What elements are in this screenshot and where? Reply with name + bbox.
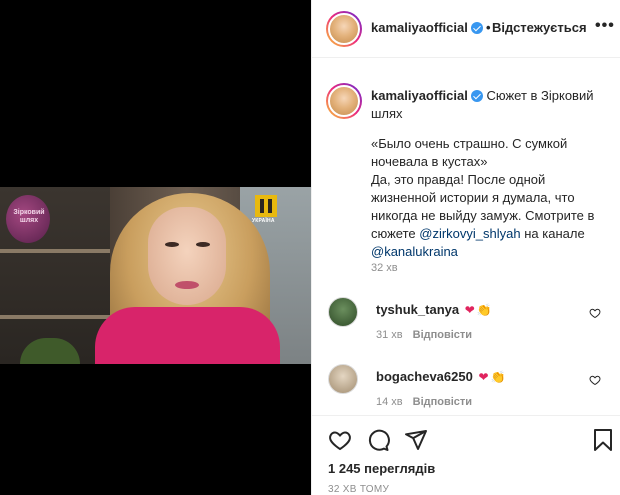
commenter-avatar[interactable] [328,364,358,394]
commenter-username[interactable]: bogacheva6250 [376,369,473,384]
comment-timestamp: 14 хв [376,396,403,408]
following-button[interactable]: Відстежується [492,20,587,35]
author-avatar[interactable] [326,11,362,47]
author-username[interactable]: kamaliyaofficial [371,20,468,35]
separator-dot: • [486,20,491,35]
heart-emoji: ❤ [464,303,475,317]
caption-username[interactable]: kamaliyaofficial [371,88,468,103]
channel-logo-text: УКРАЇНА [252,218,275,224]
comment-item: tyshuk_tanya ❤ 👏 31 хв Відповісти [312,297,620,357]
shelf-board [0,249,110,253]
reply-button[interactable]: Відповісти [413,329,472,341]
comment-like-heart-icon[interactable] [589,307,601,319]
more-options-icon[interactable]: ••• [595,17,615,35]
like-heart-icon[interactable] [328,428,352,452]
post-header: kamaliyaofficial • Відстежується ••• [312,0,620,58]
caption-timestamp: 32 хв [371,262,398,274]
post-timestamp: 32 ХВ ТОМУ [328,484,390,495]
post-media[interactable]: Зірковий шлях УКРАЇНА [0,0,311,495]
comment-like-heart-icon[interactable] [589,374,601,386]
post-side-panel: kamaliyaofficial • Відстежується ••• kam… [311,0,620,495]
caption-body: «Было очень страшно. С сумкой ночевала в… [371,135,607,261]
caption-avatar[interactable] [326,83,362,119]
verified-badge-icon [470,22,483,34]
post-actions-bar: 1 245 переглядів 32 ХВ ТОМУ [312,415,620,495]
comment-meta: 14 хв Відповісти [376,396,472,408]
video-player[interactable]: Зірковий шлях УКРАЇНА [0,187,311,364]
comments-area[interactable]: kamaliyaofficial Сюжет в Зірковий шлях «… [312,59,620,415]
commenter-avatar[interactable] [328,297,358,327]
comment-item: bogacheva6250 ❤ 👏 14 хв Відповісти [312,364,620,415]
background-shelf: Зірковий шлях [0,187,110,364]
save-bookmark-icon[interactable] [591,428,615,452]
comment-text: tyshuk_tanya ❤ 👏 [376,302,492,317]
clap-emoji: 👏 [490,370,506,384]
comment-bubble-icon[interactable] [366,428,390,452]
caption-text: Да, это правда! После одной жизненной ис… [371,171,607,261]
verified-badge-icon [470,90,483,102]
caption-line: «Было очень страшно. С сумкой ночевала в… [371,136,568,169]
comment-timestamp: 31 хв [376,329,403,341]
caption-connector: на канале [524,226,585,241]
person-eye [165,242,179,247]
caption-heading: kamaliyaofficial Сюжет в Зірковий шлях [371,87,607,123]
plant-image [20,338,80,364]
person-lips [175,281,199,289]
commenter-username[interactable]: tyshuk_tanya [376,302,459,317]
person-dress [95,307,280,364]
share-send-icon[interactable] [404,428,428,452]
mention-link[interactable]: @zirkovyi_shlyah [419,226,520,241]
heart-emoji: ❤ [478,370,489,384]
clap-emoji: 👏 [476,303,492,317]
person-face [148,207,226,305]
view-count[interactable]: 1 245 переглядів [328,461,435,476]
comment-text: bogacheva6250 ❤ 👏 [376,369,505,384]
comment-meta: 31 хв Відповісти [376,329,472,341]
mention-link[interactable]: @kanalukraina [371,244,458,259]
reply-button[interactable]: Відповісти [413,396,472,408]
shelf-board [0,315,110,319]
show-poster-text: Зірковий шлях [13,209,45,224]
channel-logo-icon [255,195,277,217]
author-username-link[interactable]: kamaliyaofficial [371,20,483,35]
person-eye [196,242,210,247]
